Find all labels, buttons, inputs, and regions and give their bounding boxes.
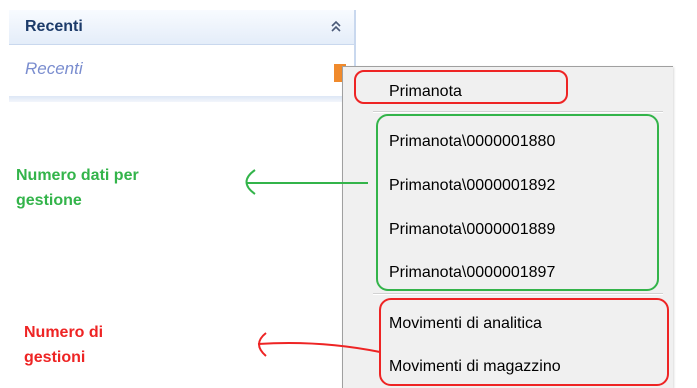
green-annotation-label: Numero dati per gestione [16, 163, 139, 213]
red-annotation-line2: gestioni [24, 349, 86, 366]
green-annotation-line1: Numero dati per [16, 167, 139, 184]
red-annotation-line1: Numero di [24, 324, 104, 341]
red-annotation-label: Numero di gestioni [24, 320, 103, 370]
green-annotation-line2: gestione [16, 192, 82, 209]
